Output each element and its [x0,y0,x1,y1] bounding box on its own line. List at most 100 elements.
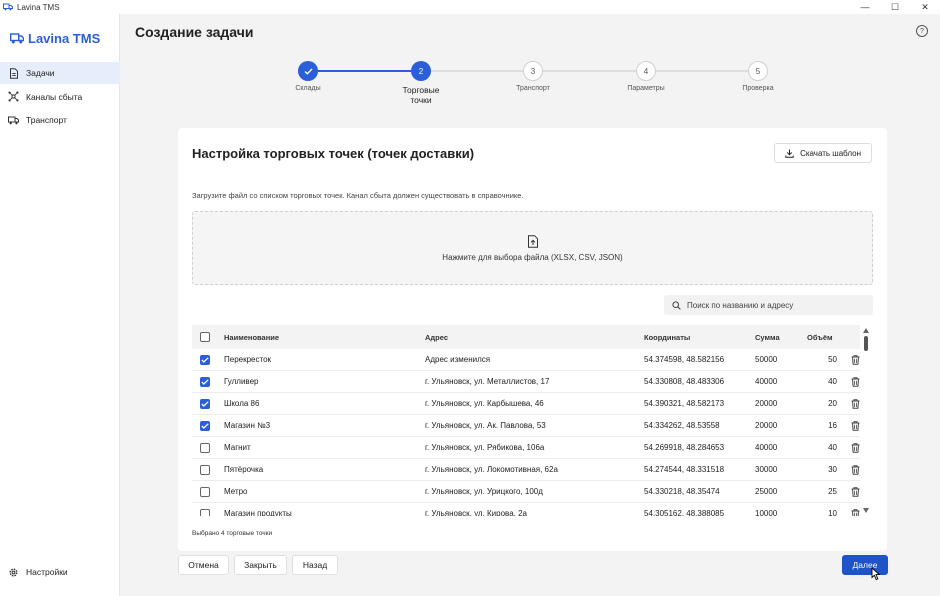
sidebar-item-label: Настройки [26,567,68,577]
cell-sum: 20000 [755,421,778,430]
dropzone-text: Нажмите для выбора файла (XLSX, CSV, JSO… [442,253,623,262]
app-truck-icon [3,3,13,11]
cell-coords: 54.330808, 48.483306 [644,377,725,386]
close-button[interactable]: Закрыть [234,555,287,575]
cell-name: Магазин №3 [224,421,271,430]
step-trade-points[interactable]: 2 Торговые точки [376,61,466,105]
col-header-volume[interactable]: Объём [799,333,837,342]
step-parameters[interactable]: 4 Параметры [601,61,691,93]
select-all-checkbox[interactable] [200,332,210,342]
cell-name: Метро [224,487,248,496]
cell-volume: 30 [828,465,837,474]
card-title: Настройка торговых точек (точек доставки… [192,146,475,161]
sidebar-item-label: Каналы сбыта [26,91,83,102]
cell-address: г. Ульяновск, ул. Локомотивная, 62а [425,465,558,474]
trash-icon[interactable] [851,464,860,475]
cell-volume: 40 [828,443,837,452]
row-checkbox[interactable] [200,398,210,409]
cell-sum: 40000 [755,377,778,386]
step-warehouses[interactable]: Склады [263,61,353,93]
back-button[interactable]: Назад [292,555,338,575]
row-checkbox[interactable] [200,354,210,365]
row-checkbox[interactable] [200,376,210,387]
brand-name: Lavina TMS [28,31,101,46]
table-row[interactable]: Метро г. Ульяновск, ул. Урицкого, 100д 54.… [192,481,860,503]
truck-icon [8,115,19,126]
row-checkbox[interactable] [200,508,210,516]
scroll-thumb[interactable] [864,336,868,351]
col-header-name[interactable]: Наименование [224,333,425,342]
cell-address: Адрес изменился [425,355,491,364]
main-content: Создание задачи ? Склады 2 Торговые точк… [121,14,940,596]
help-icon[interactable]: ? [916,25,928,37]
step-label: Склады [295,85,321,92]
sidebar-item-sales-channels[interactable]: Каналы сбыта [0,86,120,108]
trash-icon[interactable] [851,354,860,365]
cell-sum: 40000 [755,443,778,452]
table-row[interactable]: Перекресток Адрес изменился 54.374598, 48.… [192,349,860,371]
search-box[interactable] [664,295,873,315]
cell-coords: 54.374598, 48.582156 [644,355,725,364]
table-row[interactable]: Гулливер г. Ульяновск, ул. Металлистов, 1… [192,371,860,393]
cell-volume: 16 [828,421,837,430]
trade-points-table: Наименование Адрес Координаты Сумма Объё… [192,325,873,516]
table-row[interactable]: Магазин №3 г. Ульяновск, ул. Ак. Павлова,… [192,415,860,437]
scroll-down-arrow[interactable] [863,508,869,513]
file-dropzone[interactable]: Нажмите для выбора файла (XLSX, CSV, JSO… [192,211,873,285]
selected-count: Выбрано 4 торговые точки [192,530,273,537]
table-row[interactable]: Магнит г. Ульяновск, ул. Рябикова, 106а 54… [192,437,860,459]
table-row[interactable]: Пятёрочка г. Ульяновск, ул. Локомотивная,… [192,459,860,481]
close-window-button[interactable]: ✕ [910,0,940,14]
cell-address: г. Ульяновск, ул. Металлистов, 17 [425,377,550,386]
cell-coords: 54.330218, 48.35474 [644,487,720,496]
table-scrollbar[interactable] [860,325,873,516]
row-checkbox[interactable] [200,486,210,497]
table-row[interactable]: Магазин продукты г. Ульяновск, ул. Кирова… [192,503,860,516]
row-checkbox[interactable] [200,464,210,475]
step-number: 3 [523,61,543,81]
cancel-button[interactable]: Отмена [178,555,229,575]
step-number: 2 [411,61,431,81]
page-title: Создание задачи [135,24,254,40]
minimize-button[interactable]: — [850,0,880,14]
gear-icon [8,567,19,578]
step-check-icon [298,61,318,81]
cell-address: г. Ульяновск, ул. Урицкого, 100д [425,487,543,496]
cell-name: Магазин продукты [224,509,292,516]
cell-coords: 54.334262, 48.53558 [644,421,720,430]
sidebar-item-transport[interactable]: Транспорт [0,109,120,131]
search-input[interactable] [687,300,867,310]
network-icon [8,91,19,102]
trash-icon[interactable] [851,376,860,387]
cell-address: г. Ульяновск, ул. Кирова, 2а [425,509,527,516]
download-template-button[interactable]: Скачать шаблон [774,143,872,163]
stepper-line-todo [421,70,759,72]
trash-icon[interactable] [851,398,860,409]
sidebar-item-tasks[interactable]: Задачи [0,62,120,84]
col-header-address[interactable]: Адрес [425,333,644,342]
step-label: Транспорт [516,85,550,92]
wizard-stepper: Склады 2 Торговые точки 3 Транспорт 4 Па… [286,61,774,111]
document-icon [8,67,19,79]
row-checkbox[interactable] [200,442,210,453]
brand-logo: Lavina TMS [9,31,101,46]
card-subtitle: Загрузите файл со списком торговых точек… [192,191,524,200]
scroll-up-arrow[interactable] [863,328,869,333]
step-review[interactable]: 5 Проверка [713,61,803,93]
cell-name: Школа 86 [224,399,260,408]
trash-icon[interactable] [851,486,860,497]
col-header-sum[interactable]: Сумма [755,333,799,342]
table-row[interactable]: Школа 86 г. Ульяновск, ул. Карбышева, 46 5… [192,393,860,415]
maximize-button[interactable]: ☐ [880,0,910,14]
cell-volume: 50 [828,355,837,364]
cell-volume: 20 [828,399,837,408]
step-number: 4 [636,61,656,81]
sidebar-item-settings[interactable]: Настройки [0,561,120,583]
trash-icon[interactable] [851,420,860,431]
col-header-coords[interactable]: Координаты [644,333,755,342]
cell-sum: 20000 [755,399,778,408]
step-transport[interactable]: 3 Транспорт [488,61,578,93]
row-checkbox[interactable] [200,420,210,431]
trash-icon[interactable] [851,442,860,453]
trash-icon[interactable] [851,508,860,516]
